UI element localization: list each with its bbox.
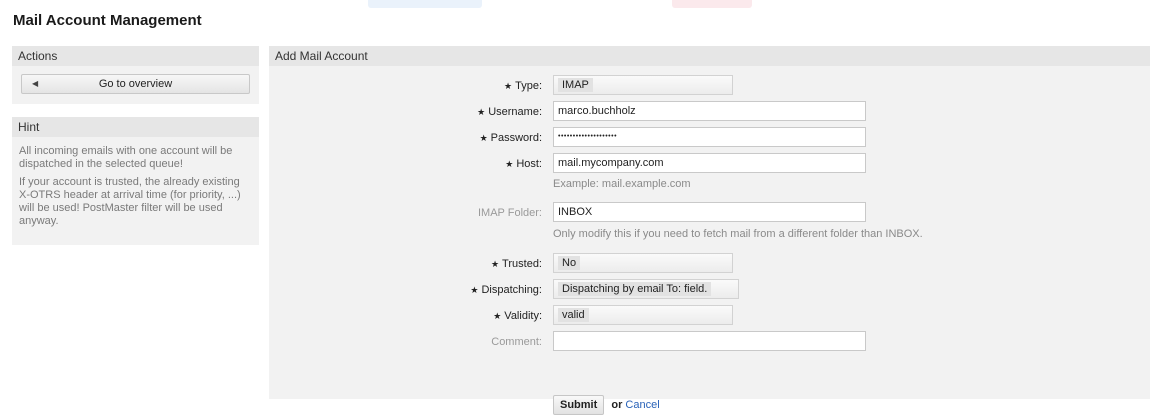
sidebar: Actions ◀ Go to overview Hint All incomi… xyxy=(12,46,259,245)
type-select[interactable]: IMAP xyxy=(553,75,733,95)
actions-widget: Actions ◀ Go to overview xyxy=(12,46,259,104)
required-star-icon: ★ xyxy=(479,133,488,143)
or-text: or xyxy=(611,399,623,411)
form-actions: Submit or Cancel xyxy=(553,395,660,415)
required-star-icon: ★ xyxy=(504,81,513,91)
username-input[interactable]: marco.buchholz xyxy=(553,101,866,121)
username-label: ★ Username: xyxy=(477,106,542,118)
password-label: ★ Password: xyxy=(479,132,542,144)
required-star-icon: ★ xyxy=(490,259,500,269)
actions-header: Actions xyxy=(12,46,259,66)
add-mail-account-panel: Add Mail Account ★ Type: IMAP ★ Username: … xyxy=(269,46,1150,415)
go-to-overview-label: Go to overview xyxy=(98,78,173,90)
type-label: ★ Type: xyxy=(504,80,542,92)
top-tab-decoration xyxy=(672,0,752,8)
hint-text: All incoming emails with one account wil… xyxy=(19,145,233,170)
add-mail-account-header: Add Mail Account xyxy=(269,46,1150,66)
trusted-label: ★ Trusted: xyxy=(490,258,542,270)
imap-folder-help-text: Only modify this if you need to fetch ma… xyxy=(553,228,923,240)
imap-folder-label: IMAP Folder: xyxy=(478,207,542,219)
submit-button[interactable]: Submit xyxy=(553,395,605,415)
validity-select[interactable]: valid xyxy=(553,305,733,325)
host-help-text: Example: mail.example.com xyxy=(553,178,691,190)
required-star-icon: ★ xyxy=(470,285,479,295)
imap-folder-input[interactable]: INBOX xyxy=(553,202,866,222)
host-input[interactable]: mail.mycompany.com xyxy=(553,153,866,173)
required-star-icon: ★ xyxy=(477,107,486,117)
hint-header: Hint xyxy=(12,117,259,137)
trusted-select[interactable]: No xyxy=(553,253,733,273)
host-label: ★ Host: xyxy=(505,158,542,170)
password-input[interactable]: •••••••••••••••••••• xyxy=(553,127,866,147)
cancel-link[interactable]: Cancel xyxy=(625,399,659,411)
top-tab-decoration xyxy=(368,0,482,8)
hint-widget: Hint All incoming emails with one accoun… xyxy=(12,117,259,245)
go-to-overview-button[interactable]: ◀ Go to overview xyxy=(21,74,250,94)
required-star-icon: ★ xyxy=(493,311,502,321)
required-star-icon: ★ xyxy=(505,159,514,169)
dispatching-select[interactable]: Dispatching by email To: field. xyxy=(553,279,739,299)
validity-label: ★ Validity: xyxy=(493,310,542,322)
page-title: Mail Account Management xyxy=(13,12,202,29)
triangle-left-icon: ◀ xyxy=(32,79,39,88)
hint-text: If your account is trusted, the already … xyxy=(19,176,241,227)
comment-input[interactable] xyxy=(553,331,866,351)
comment-label: Comment: xyxy=(491,336,542,348)
dispatching-label: ★ Dispatching: xyxy=(470,284,542,296)
